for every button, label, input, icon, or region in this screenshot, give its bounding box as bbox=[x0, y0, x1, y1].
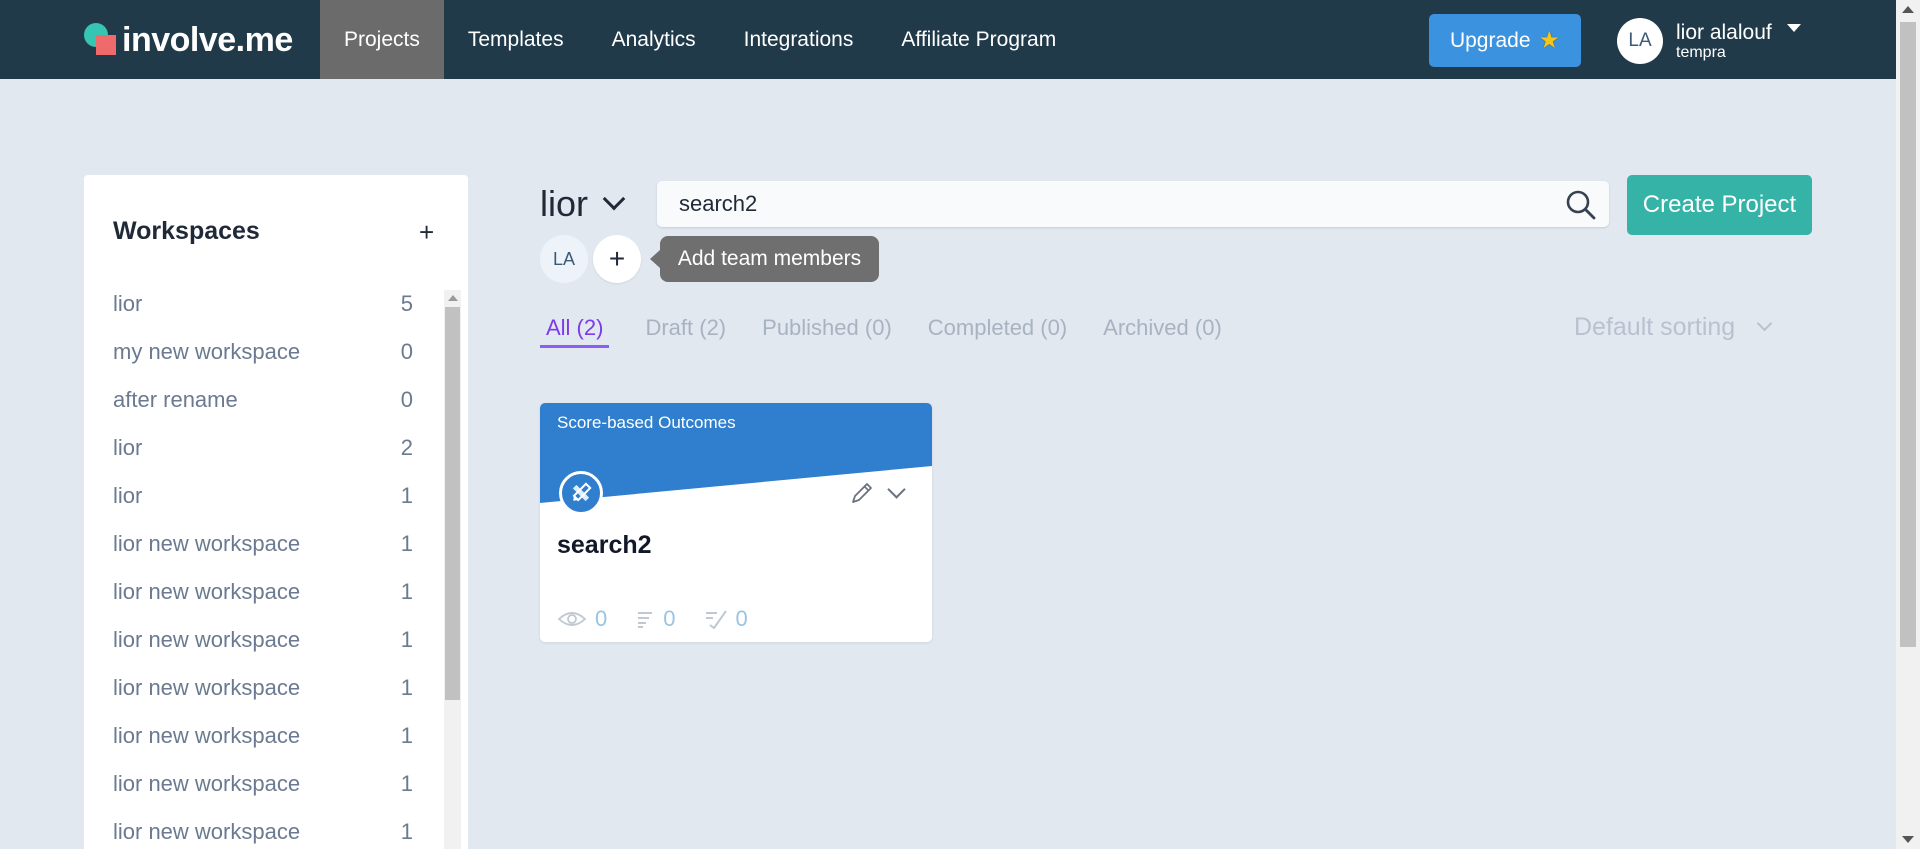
user-org: tempra bbox=[1676, 43, 1726, 61]
views-count: 0 bbox=[595, 606, 608, 631]
nav-affiliate-program[interactable]: Affiliate Program bbox=[877, 0, 1080, 79]
completions-stat: 0 bbox=[704, 606, 748, 632]
workspace-list: lior 5 my new workspace 0 after rename 0 li… bbox=[113, 280, 413, 849]
workspace-item[interactable]: lior new workspace 1 bbox=[113, 568, 413, 616]
user-name: lior alalouf bbox=[1676, 20, 1772, 44]
scrollbar-thumb[interactable] bbox=[1900, 22, 1916, 647]
workspace-name: lior new workspace bbox=[113, 531, 301, 556]
tab-archived[interactable]: Archived (0) bbox=[1103, 315, 1222, 348]
submissions-count: 0 bbox=[663, 606, 676, 631]
tab-all[interactable]: All (2) bbox=[540, 315, 610, 348]
nav-integrations[interactable]: Integrations bbox=[720, 0, 878, 79]
submissions-stat: 0 bbox=[635, 606, 676, 632]
project-type: Score-based Outcomes bbox=[557, 413, 736, 432]
scrollbar-thumb[interactable] bbox=[445, 307, 460, 700]
workspace-name: lior bbox=[113, 291, 143, 316]
completions-count: 0 bbox=[735, 606, 748, 631]
edit-pencil-icon[interactable] bbox=[849, 480, 875, 506]
tab-completed[interactable]: Completed (0) bbox=[928, 315, 1067, 348]
workspace-name: my new workspace bbox=[113, 339, 301, 364]
workspace-name: lior new workspace bbox=[113, 723, 301, 748]
workspace-item[interactable]: my new workspace 0 bbox=[113, 328, 413, 376]
page-scrollbar[interactable] bbox=[1896, 0, 1920, 849]
project-stats: 0 0 0 bbox=[557, 606, 776, 632]
user-menu[interactable]: LA lior alalouf tempra bbox=[1617, 18, 1801, 64]
member-avatar[interactable]: LA bbox=[540, 235, 588, 283]
project-title: search2 bbox=[557, 531, 652, 559]
tab-draft[interactable]: Draft (2) bbox=[645, 315, 726, 348]
workspace-name: lior new workspace bbox=[113, 579, 301, 604]
star-icon: ★ bbox=[1538, 27, 1561, 54]
workspace-item[interactable]: lior new workspace 1 bbox=[113, 616, 413, 664]
workspace-scrollbar[interactable] bbox=[444, 290, 461, 849]
pencil-ruler-icon bbox=[559, 471, 603, 515]
workspace-item[interactable]: lior 1 bbox=[113, 472, 413, 520]
current-workspace-name: lior bbox=[540, 183, 589, 224]
workspace-name: lior new workspace bbox=[113, 627, 301, 652]
sort-dropdown[interactable]: Default sorting bbox=[1574, 313, 1773, 342]
sort-label: Default sorting bbox=[1574, 313, 1736, 341]
workspace-count: 1 bbox=[400, 819, 413, 844]
add-workspace-button[interactable]: + bbox=[419, 217, 434, 248]
checklist-icon bbox=[705, 610, 727, 629]
workspace-name: lior new workspace bbox=[113, 819, 301, 844]
logo[interactable]: involve.me bbox=[82, 20, 293, 60]
workspaces-sidebar: Workspaces + lior 5 my new workspace 0 aft… bbox=[84, 175, 468, 849]
status-tabs: All (2) Draft (2) Published (0) Complete… bbox=[540, 315, 1258, 348]
workspace-name: lior new workspace bbox=[113, 771, 301, 796]
chevron-down-icon bbox=[602, 187, 626, 211]
workspace-name: after rename bbox=[113, 387, 238, 412]
workspace-item[interactable]: after rename 0 bbox=[113, 376, 413, 424]
chevron-down-icon bbox=[1756, 315, 1773, 332]
search-input[interactable] bbox=[679, 181, 1539, 227]
workspace-item[interactable]: lior 2 bbox=[113, 424, 413, 472]
workspace-name: lior new workspace bbox=[113, 675, 301, 700]
workspace-count: 2 bbox=[400, 435, 413, 460]
add-member-button[interactable]: + bbox=[593, 235, 641, 283]
workspace-name: lior bbox=[113, 483, 143, 508]
workspace-count: 1 bbox=[400, 531, 413, 556]
workspace-count: 1 bbox=[400, 771, 413, 796]
upgrade-button[interactable]: Upgrade ★ bbox=[1429, 14, 1581, 67]
caret-down-icon bbox=[1787, 24, 1801, 32]
workspace-item[interactable]: lior new workspace 1 bbox=[113, 808, 413, 849]
tab-published[interactable]: Published (0) bbox=[762, 315, 892, 348]
nav-projects[interactable]: Projects bbox=[320, 0, 444, 79]
create-project-button[interactable]: Create Project bbox=[1627, 175, 1812, 235]
workspace-count: 5 bbox=[400, 291, 413, 316]
main-nav: Projects Templates Analytics Integration… bbox=[320, 0, 1080, 79]
workspace-item[interactable]: lior new workspace 1 bbox=[113, 760, 413, 808]
eye-icon bbox=[557, 612, 587, 626]
search-bar bbox=[657, 181, 1609, 227]
workspace-count: 1 bbox=[400, 723, 413, 748]
workspace-item[interactable]: lior 5 bbox=[113, 280, 413, 328]
scroll-up-icon[interactable] bbox=[448, 295, 458, 301]
top-navbar: involve.me Projects Templates Analytics … bbox=[0, 0, 1896, 79]
views-stat: 0 bbox=[557, 606, 607, 632]
nav-templates[interactable]: Templates bbox=[444, 0, 588, 79]
workspace-item[interactable]: lior new workspace 1 bbox=[113, 520, 413, 568]
workspace-count: 1 bbox=[400, 579, 413, 604]
lines-icon bbox=[638, 612, 653, 628]
workspace-item[interactable]: lior new workspace 1 bbox=[113, 664, 413, 712]
workspace-name: lior bbox=[113, 435, 143, 460]
workspace-item[interactable]: lior new workspace 1 bbox=[113, 712, 413, 760]
workspace-selector[interactable]: lior bbox=[540, 183, 626, 225]
user-avatar: LA bbox=[1617, 18, 1663, 64]
nav-analytics[interactable]: Analytics bbox=[588, 0, 720, 79]
workspaces-title: Workspaces bbox=[113, 217, 260, 245]
search-icon[interactable] bbox=[1565, 189, 1597, 221]
scroll-down-icon[interactable] bbox=[1902, 836, 1914, 843]
workspace-count: 1 bbox=[400, 627, 413, 652]
workspace-count: 1 bbox=[400, 483, 413, 508]
workspace-count: 1 bbox=[400, 675, 413, 700]
upgrade-label: Upgrade bbox=[1449, 28, 1531, 52]
workspace-count: 0 bbox=[400, 387, 413, 412]
logo-icon bbox=[82, 21, 120, 59]
workspace-count: 0 bbox=[400, 339, 413, 364]
add-team-members-tooltip: Add team members bbox=[650, 236, 879, 282]
logo-text: involve.me bbox=[122, 20, 293, 59]
scroll-up-icon[interactable] bbox=[1902, 6, 1914, 13]
project-card[interactable]: Score-based Outcomes search2 0 0 0 bbox=[540, 403, 932, 642]
